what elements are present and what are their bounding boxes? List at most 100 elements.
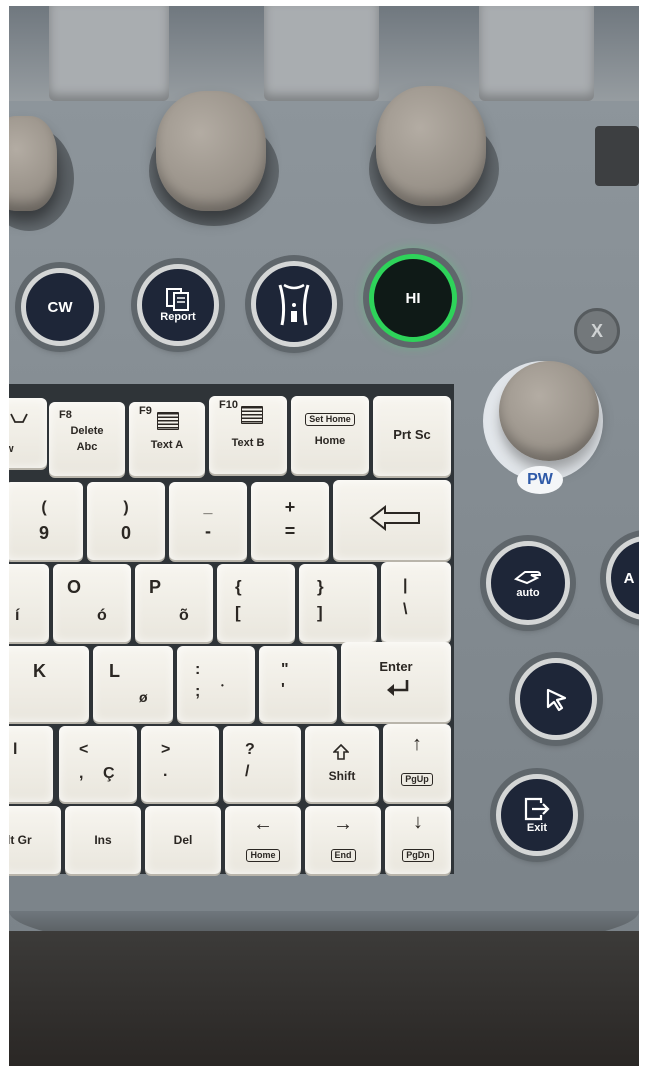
keyboard: w F8 Delete Abc F9 Text A F10 Text B Set… (9, 384, 454, 874)
home-label: Home (314, 435, 346, 447)
key-enter[interactable]: Enter (341, 642, 451, 722)
key-left-home[interactable]: ← Home (225, 806, 301, 874)
key-backslash[interactable]: | \ (381, 562, 451, 642)
body-torso-icon (274, 281, 314, 327)
exit-button[interactable]: Exit (496, 774, 578, 856)
pw-label: PW (527, 471, 553, 488)
shift-arrow-icon (333, 744, 349, 760)
key-altgr[interactable]: lt Gr (9, 806, 61, 874)
key-o-main: O (67, 577, 82, 597)
key-right-end[interactable]: → End (305, 806, 381, 874)
pw-rotary-knob[interactable] (499, 361, 599, 461)
key-equals-shift: + (284, 497, 296, 517)
key-colon: : (195, 661, 201, 678)
delete-label: Delete (70, 425, 104, 437)
cursor-arrow-icon (543, 686, 569, 712)
x-button[interactable]: X (574, 308, 620, 354)
edge-button-label: A (623, 569, 635, 587)
key-partial-bottom-label: l (13, 741, 18, 758)
pgdn-label: PgDn (402, 849, 434, 862)
key-9-main: 9 (38, 523, 49, 543)
key-partial-bottom[interactable]: l (9, 726, 53, 802)
key-prtsc[interactable]: Prt Sc (373, 396, 451, 476)
key-f8-delete-abc[interactable]: F8 Delete Abc (49, 402, 125, 476)
body-mark-button[interactable] (251, 261, 337, 347)
report-button[interactable]: Report (137, 264, 219, 346)
key-double-quote: " (281, 661, 289, 678)
left-arrow-icon: ← (253, 813, 273, 835)
key-quote[interactable]: " ' (259, 646, 337, 722)
key-l-main: L (109, 661, 120, 681)
rotary-knob[interactable] (9, 116, 57, 211)
key-p-accent: õ (179, 607, 189, 624)
key-l[interactable]: L ø (93, 646, 173, 722)
end-label: End (330, 849, 356, 862)
rotary-knob[interactable] (156, 91, 266, 211)
key-p[interactable]: P õ (135, 564, 213, 642)
x-label: X (590, 320, 603, 341)
key-period-main: . (163, 763, 168, 780)
text-lines-icon (157, 412, 179, 430)
key-down-pgdn[interactable]: ↓ PgDn (385, 806, 451, 874)
key-o-accent: ó (97, 607, 107, 624)
key-equals[interactable]: + = (251, 482, 329, 560)
key-f9-text-a[interactable]: F9 Text A (129, 402, 205, 476)
key-p-main: P (149, 577, 162, 597)
key-del[interactable]: Del (145, 806, 221, 874)
pointer-button[interactable] (515, 658, 597, 740)
key-9[interactable]: ( 9 (9, 482, 83, 560)
key-less-than: < (79, 741, 89, 758)
side-slot (595, 126, 639, 186)
key-brace-close: } (317, 577, 324, 596)
key-0[interactable]: ) 0 (87, 482, 165, 560)
hi-button[interactable]: HI (369, 254, 457, 342)
key-0-shift: ) (123, 499, 129, 516)
text-lines-icon (241, 406, 263, 424)
rotary-knob[interactable] (376, 86, 486, 206)
key-9-shift: ( (41, 499, 47, 516)
key-backspace[interactable] (333, 480, 451, 560)
pw-button[interactable]: PW (517, 466, 563, 494)
key-brace-open: { (235, 577, 242, 596)
f10-label: F10 (219, 399, 238, 411)
key-shift[interactable]: Shift (305, 726, 379, 802)
enter-arrow-icon (385, 678, 411, 698)
key-equals-main: = (284, 521, 296, 541)
key-partial-left[interactable]: w (9, 398, 47, 468)
key-ins[interactable]: Ins (65, 806, 141, 874)
key-semicolon[interactable]: : ; • (177, 646, 255, 722)
home-box: Home (225, 846, 301, 862)
up-arrow-icon: ↑ (412, 733, 422, 755)
cw-button[interactable]: CW (21, 268, 99, 346)
key-period[interactable]: > . (141, 726, 219, 802)
abc-label: Abc (76, 441, 98, 453)
home-nav-label: Home (246, 849, 280, 862)
key-comma[interactable]: < , Ç (59, 726, 137, 802)
housing-ridge (49, 6, 169, 101)
housing-ridge (264, 6, 379, 101)
key-bracket-close[interactable]: } ] (299, 564, 377, 642)
key-minus[interactable]: _ - (169, 482, 247, 560)
key-k[interactable]: K (9, 646, 89, 722)
key-i-accent: í (15, 607, 20, 624)
auto-label: auto (516, 587, 540, 599)
prtsc-label: Prt Sc (393, 427, 431, 442)
pgdn-box: PgDn (385, 846, 451, 862)
key-semicolon-extra: • (221, 681, 224, 690)
key-pgup[interactable]: ↑ PgUp (383, 724, 451, 802)
pgup-box: PgUp (383, 770, 451, 786)
key-partial-i[interactable]: í (9, 564, 49, 642)
ins-label: Ins (94, 833, 112, 847)
auto-button[interactable]: auto (486, 541, 570, 625)
document-icon (165, 287, 191, 311)
key-o[interactable]: O ó (53, 564, 131, 642)
f8-label: F8 (59, 409, 72, 421)
key-bracket-open[interactable]: { [ (217, 564, 295, 642)
key-bracket-close-main: ] (317, 603, 323, 622)
key-home-set[interactable]: Set Home Home (291, 396, 369, 474)
f9-label: F9 (139, 405, 152, 417)
key-greater-than: > (161, 741, 171, 758)
text-b-label: Text B (231, 437, 265, 449)
key-f10-text-b[interactable]: F10 Text B (209, 396, 287, 474)
key-slash[interactable]: ? / (223, 726, 301, 802)
